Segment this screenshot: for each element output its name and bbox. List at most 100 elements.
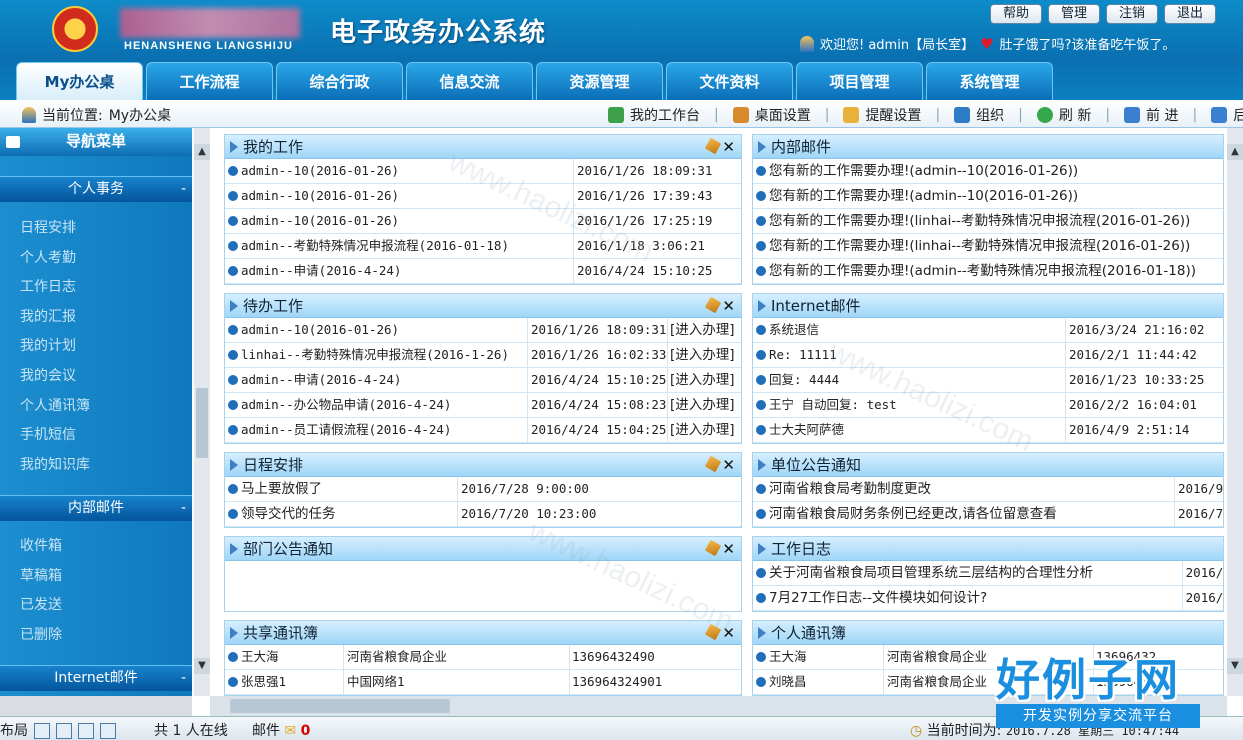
table-row[interactable]: admin--办公物品申请(2016-4-24) 2016/4/24 15:08:… (225, 393, 741, 418)
section-internal-mail[interactable]: 内部邮件 - (0, 495, 192, 521)
manage-button[interactable]: 管理 (1048, 4, 1100, 24)
scroll-down-icon[interactable]: ▼ (194, 658, 210, 674)
handle-link[interactable]: [进入办理] (667, 393, 735, 417)
reminder-settings-label: 提醒设置 (865, 108, 922, 124)
close-icon[interactable]: ✕ (722, 621, 735, 645)
table-row[interactable]: 回复: 4444 2016/1/23 10:33:25 (753, 368, 1223, 393)
sidebar-item-sms[interactable]: 手机短信 (0, 421, 192, 451)
tab-workflow[interactable]: 工作流程 (146, 62, 273, 100)
desktop-settings-button[interactable]: 桌面设置 (732, 105, 811, 125)
table-row[interactable]: admin--10(2016-01-26) 2016/1/26 17:25:19 (225, 209, 741, 234)
tab-admin[interactable]: 综合行政 (276, 62, 403, 100)
panel-notice: 单位公告通知 河南省粮食局考勤制度更改 2016/9 河南省粮食局财务条例已经更改… (752, 452, 1224, 528)
top-buttons: 帮助 管理 注销 退出 (990, 4, 1216, 24)
edit-icon[interactable] (704, 455, 722, 473)
table-row[interactable]: 您有新的工作需要办理!(admin--考勤特殊情况申报流程(2016-01-18… (753, 259, 1223, 284)
tab-my-desk[interactable]: My办公桌 (16, 62, 143, 100)
layout-2-icon[interactable] (56, 723, 72, 739)
row-date: 2016/7 (1173, 502, 1223, 526)
close-icon[interactable]: ✕ (722, 135, 735, 159)
table-row[interactable]: 关于河南省粮食局项目管理系统三层结构的合理性分析 2016/ (753, 561, 1223, 586)
sidebar-item-meeting[interactable]: 我的会议 (0, 362, 192, 392)
table-row[interactable]: admin--10(2016-01-26) 2016/1/26 18:09:31 (225, 159, 741, 184)
exit-button[interactable]: 退出 (1164, 4, 1216, 24)
table-row[interactable]: 领导交代的任务 2016/7/20 10:23:00 (225, 502, 741, 527)
mail-status[interactable]: 邮件 ✉ 0 (252, 720, 310, 740)
sidebar-item-deleted[interactable]: 已删除 (0, 621, 192, 651)
table-row[interactable]: Re: 11111 2016/2/1 11:44:42 (753, 343, 1223, 368)
forward-button[interactable]: 前 进 (1124, 105, 1179, 125)
scroll-up-icon[interactable]: ▲ (194, 144, 210, 160)
table-row[interactable]: 系统退信 2016/3/24 21:16:02 (753, 318, 1223, 343)
layout-1-icon[interactable] (34, 723, 50, 739)
section-personal[interactable]: 个人事务 - (0, 176, 192, 202)
tab-files[interactable]: 文件资料 (666, 62, 793, 100)
sidebar-item-worklog[interactable]: 工作日志 (0, 273, 192, 303)
table-row[interactable]: 您有新的工作需要办理!(linhai--考勤特殊情况申报流程(2016-01-2… (753, 234, 1223, 259)
handle-link[interactable]: [进入办理] (667, 418, 735, 442)
table-row[interactable]: 张思强1 中国网络1 136964324901 (225, 670, 741, 695)
table-row[interactable]: linhai--考勤特殊情况申报流程(2016-1-26) 2016/1/26 1… (225, 343, 741, 368)
sidebar-scrollbar[interactable] (0, 696, 192, 716)
table-row[interactable]: 河南省粮食局财务条例已经更改,请各位留意查看 2016/7 (753, 502, 1223, 527)
tab-system[interactable]: 系统管理 (926, 62, 1053, 100)
left-scrollbar[interactable]: ▲ ▼ (194, 128, 210, 696)
section-internet-mail[interactable]: Internet邮件 - (0, 665, 192, 691)
right-scrollbar[interactable]: ▲ ▼ (1227, 128, 1243, 696)
table-row[interactable]: 王大海 河南省粮食局企业 13696432490 (225, 645, 741, 670)
edit-icon[interactable] (704, 623, 722, 641)
table-row[interactable]: 士大夫阿萨德 2016/4/9 2:51:14 (753, 418, 1223, 443)
edit-icon[interactable] (704, 539, 722, 557)
tab-resources[interactable]: 资源管理 (536, 62, 663, 100)
logout-button[interactable]: 注销 (1106, 4, 1158, 24)
table-row[interactable]: 马上要放假了 2016/7/28 9:00:00 (225, 477, 741, 502)
layout-3-icon[interactable] (78, 723, 94, 739)
close-icon[interactable]: ✕ (722, 537, 735, 561)
tab-info[interactable]: 信息交流 (406, 62, 533, 100)
close-icon[interactable]: ✕ (722, 294, 735, 318)
edit-icon[interactable] (704, 137, 722, 155)
workbench-button[interactable]: 我的工作台 (608, 105, 700, 125)
sidebar-item-report[interactable]: 我的汇报 (0, 303, 192, 333)
section-title: 内部邮件 (68, 500, 124, 516)
handle-link[interactable]: [进入办理] (667, 368, 735, 392)
handle-link[interactable]: [进入办理] (667, 318, 735, 342)
tab-projects[interactable]: 项目管理 (796, 62, 923, 100)
table-row[interactable]: 7月27工作日志--文件模块如何设计? 2016/ (753, 586, 1223, 611)
sidebar-item-drafts[interactable]: 草稿箱 (0, 562, 192, 592)
scroll-thumb[interactable] (230, 699, 450, 713)
table-row[interactable]: 您有新的工作需要办理!(admin--10(2016-01-26)) (753, 184, 1223, 209)
table-row[interactable]: 您有新的工作需要办理!(linhai--考勤特殊情况申报流程(2016-01-2… (753, 209, 1223, 234)
table-row[interactable]: 河南省粮食局考勤制度更改 2016/9 (753, 477, 1223, 502)
bullet-icon (756, 593, 766, 603)
sidebar-item-schedule[interactable]: 日程安排 (0, 214, 192, 244)
organization-button[interactable]: 组织 (954, 105, 1004, 125)
reminder-settings-button[interactable]: 提醒设置 (843, 105, 921, 125)
scroll-up-icon[interactable]: ▲ (1227, 144, 1243, 160)
table-row[interactable]: admin--员工请假流程(2016-4-24) 2016/4/24 15:04:… (225, 418, 741, 443)
table-row[interactable]: admin--申请(2016-4-24) 2016/4/24 15:10:25 [进… (225, 368, 741, 393)
table-row[interactable]: admin--10(2016-01-26) 2016/1/26 17:39:43 (225, 184, 741, 209)
table-row[interactable]: 王宁 自动回复: test 2016/2/2 16:04:01 (753, 393, 1223, 418)
scroll-thumb[interactable] (196, 388, 208, 458)
handle-link[interactable]: [进入办理] (667, 343, 735, 367)
sidebar-item-plan[interactable]: 我的计划 (0, 332, 192, 362)
online-count[interactable]: 共 1 人在线 (154, 720, 228, 740)
table-row[interactable]: admin--10(2016-01-26) 2016/1/26 18:09:31[… (225, 318, 741, 343)
sidebar-item-knowledge[interactable]: 我的知识库 (0, 451, 192, 481)
expand-icon (230, 627, 238, 639)
sidebar-item-inbox[interactable]: 收件箱 (0, 532, 192, 562)
sidebar-item-contacts[interactable]: 个人通讯簿 (0, 392, 192, 422)
sidebar-item-attendance[interactable]: 个人考勤 (0, 244, 192, 274)
edit-icon[interactable] (704, 296, 722, 314)
back-button[interactable]: 后 退 (1211, 105, 1243, 125)
close-icon[interactable]: ✕ (722, 453, 735, 477)
table-row[interactable]: admin--考勤特殊情况申报流程(2016-01-18) 2016/1/18 3… (225, 234, 741, 259)
help-button[interactable]: 帮助 (990, 4, 1042, 24)
panel-my-work: 我的工作 ✕ admin--10(2016-01-26) 2016/1/26 18:… (224, 134, 742, 285)
refresh-button[interactable]: 刷 新 (1036, 105, 1091, 125)
sidebar-item-sent[interactable]: 已发送 (0, 591, 192, 621)
layout-4-icon[interactable] (100, 723, 116, 739)
table-row[interactable]: admin--申请(2016-4-24) 2016/4/24 15:10:25 (225, 259, 741, 284)
table-row[interactable]: 您有新的工作需要办理!(admin--10(2016-01-26)) (753, 159, 1223, 184)
